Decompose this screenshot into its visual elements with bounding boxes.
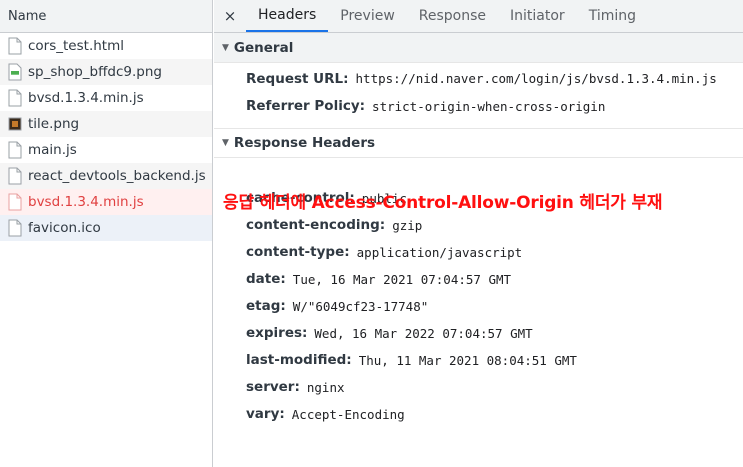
section-title: General bbox=[233, 39, 294, 56]
request-name: react_devtools_backend.js bbox=[28, 168, 206, 184]
triangle-down-icon: ▼ bbox=[222, 42, 229, 53]
header-key: Referrer Policy: bbox=[246, 98, 366, 114]
response-header-row: content-type: application/javascript bbox=[214, 239, 743, 266]
request-name: bvsd.1.3.4.min.js bbox=[28, 194, 144, 210]
request-row[interactable]: tile.png bbox=[0, 111, 212, 137]
request-row-selected[interactable]: favicon.ico bbox=[0, 215, 212, 241]
header-value: W/"6049cf23-17748" bbox=[292, 299, 429, 314]
document-icon bbox=[8, 219, 22, 237]
request-row-failed[interactable]: bvsd.1.3.4.min.js bbox=[0, 189, 212, 215]
header-value: Accept-Encoding bbox=[291, 407, 405, 422]
triangle-down-icon: ▼ bbox=[222, 138, 229, 148]
header-key: vary: bbox=[246, 406, 285, 422]
response-header-row: last-modified: Thu, 11 Mar 2021 08:04:51 … bbox=[214, 347, 743, 374]
response-header-row: expires: Wed, 16 Mar 2022 07:04:57 GMT bbox=[214, 320, 743, 347]
header-key: etag: bbox=[246, 298, 286, 314]
name-column-header[interactable]: Name bbox=[0, 0, 212, 33]
details-tabbar: × Headers Preview Response Initiator Tim… bbox=[214, 0, 743, 33]
image-icon bbox=[8, 115, 22, 133]
header-value: application/javascript bbox=[356, 245, 523, 260]
response-headers-section-header[interactable]: ▼ Response Headers bbox=[214, 128, 743, 158]
script-icon bbox=[8, 89, 22, 107]
tab-timing[interactable]: Timing bbox=[577, 0, 648, 32]
image-icon bbox=[8, 63, 22, 81]
tab-response[interactable]: Response bbox=[407, 0, 498, 32]
header-key: expires: bbox=[246, 325, 308, 341]
overlapped-header-row bbox=[214, 158, 743, 185]
script-icon bbox=[8, 141, 22, 159]
header-value: Thu, 11 Mar 2021 08:04:51 GMT bbox=[358, 353, 577, 368]
response-header-row: date: Tue, 16 Mar 2021 07:04:57 GMT bbox=[214, 266, 743, 293]
header-value: Wed, 16 Mar 2022 07:04:57 GMT bbox=[314, 326, 533, 341]
request-details-panel: × Headers Preview Response Initiator Tim… bbox=[214, 0, 743, 467]
header-key: last-modified: bbox=[246, 352, 352, 368]
script-icon bbox=[8, 193, 22, 211]
response-header-row: etag: W/"6049cf23-17748" bbox=[214, 293, 743, 320]
header-key: server: bbox=[246, 379, 300, 395]
header-value: nginx bbox=[306, 380, 345, 395]
header-value: gzip bbox=[392, 218, 423, 233]
tab-headers[interactable]: Headers bbox=[246, 0, 329, 32]
tab-initiator[interactable]: Initiator bbox=[498, 0, 577, 32]
section-title: Response Headers bbox=[233, 135, 376, 151]
header-value: Tue, 16 Mar 2021 07:04:57 GMT bbox=[292, 272, 512, 287]
request-list-panel: Name cors_test.html sp_shop_bffdc9.png b… bbox=[0, 0, 213, 467]
request-row[interactable]: react_devtools_backend.js bbox=[0, 163, 212, 189]
request-name: cors_test.html bbox=[28, 38, 124, 54]
request-row[interactable]: cors_test.html bbox=[0, 33, 212, 59]
response-header-row: content-encoding: gzip bbox=[214, 212, 743, 239]
header-key: date: bbox=[246, 271, 286, 287]
close-icon[interactable]: × bbox=[214, 0, 246, 32]
request-row[interactable]: sp_shop_bffdc9.png bbox=[0, 59, 212, 85]
response-header-row: vary: Accept-Encoding bbox=[214, 401, 743, 428]
request-url-row: Request URL: https://nid.naver.com/login/… bbox=[214, 65, 743, 93]
header-key: content-type: bbox=[246, 244, 350, 260]
script-icon bbox=[8, 167, 22, 185]
referrer-policy-row: Referrer Policy: strict-origin-when-cros… bbox=[214, 93, 743, 120]
header-key: content-encoding: bbox=[246, 217, 386, 233]
request-name: bvsd.1.3.4.min.js bbox=[28, 90, 144, 106]
request-row[interactable]: bvsd.1.3.4.min.js bbox=[0, 85, 212, 111]
request-name: tile.png bbox=[28, 116, 80, 132]
general-section-header[interactable]: ▼ General bbox=[214, 33, 743, 63]
response-headers-list: cache-control: public content-encoding: gz… bbox=[214, 185, 743, 428]
header-key: Request URL: bbox=[246, 71, 349, 87]
request-row[interactable]: main.js bbox=[0, 137, 212, 163]
tab-preview[interactable]: Preview bbox=[328, 0, 407, 32]
request-name: main.js bbox=[28, 142, 77, 158]
annotation-overlay: 응답 헤더에 Access-Control-Allow-Origin 헤더가 부… bbox=[223, 193, 663, 213]
header-value: strict-origin-when-cross-origin bbox=[372, 99, 606, 114]
document-icon bbox=[8, 37, 22, 55]
response-header-row: server: nginx bbox=[214, 374, 743, 401]
header-value: https://nid.naver.com/login/js/bvsd.1.3.… bbox=[355, 71, 717, 86]
request-name: sp_shop_bffdc9.png bbox=[28, 64, 162, 80]
request-name: favicon.ico bbox=[28, 220, 101, 236]
